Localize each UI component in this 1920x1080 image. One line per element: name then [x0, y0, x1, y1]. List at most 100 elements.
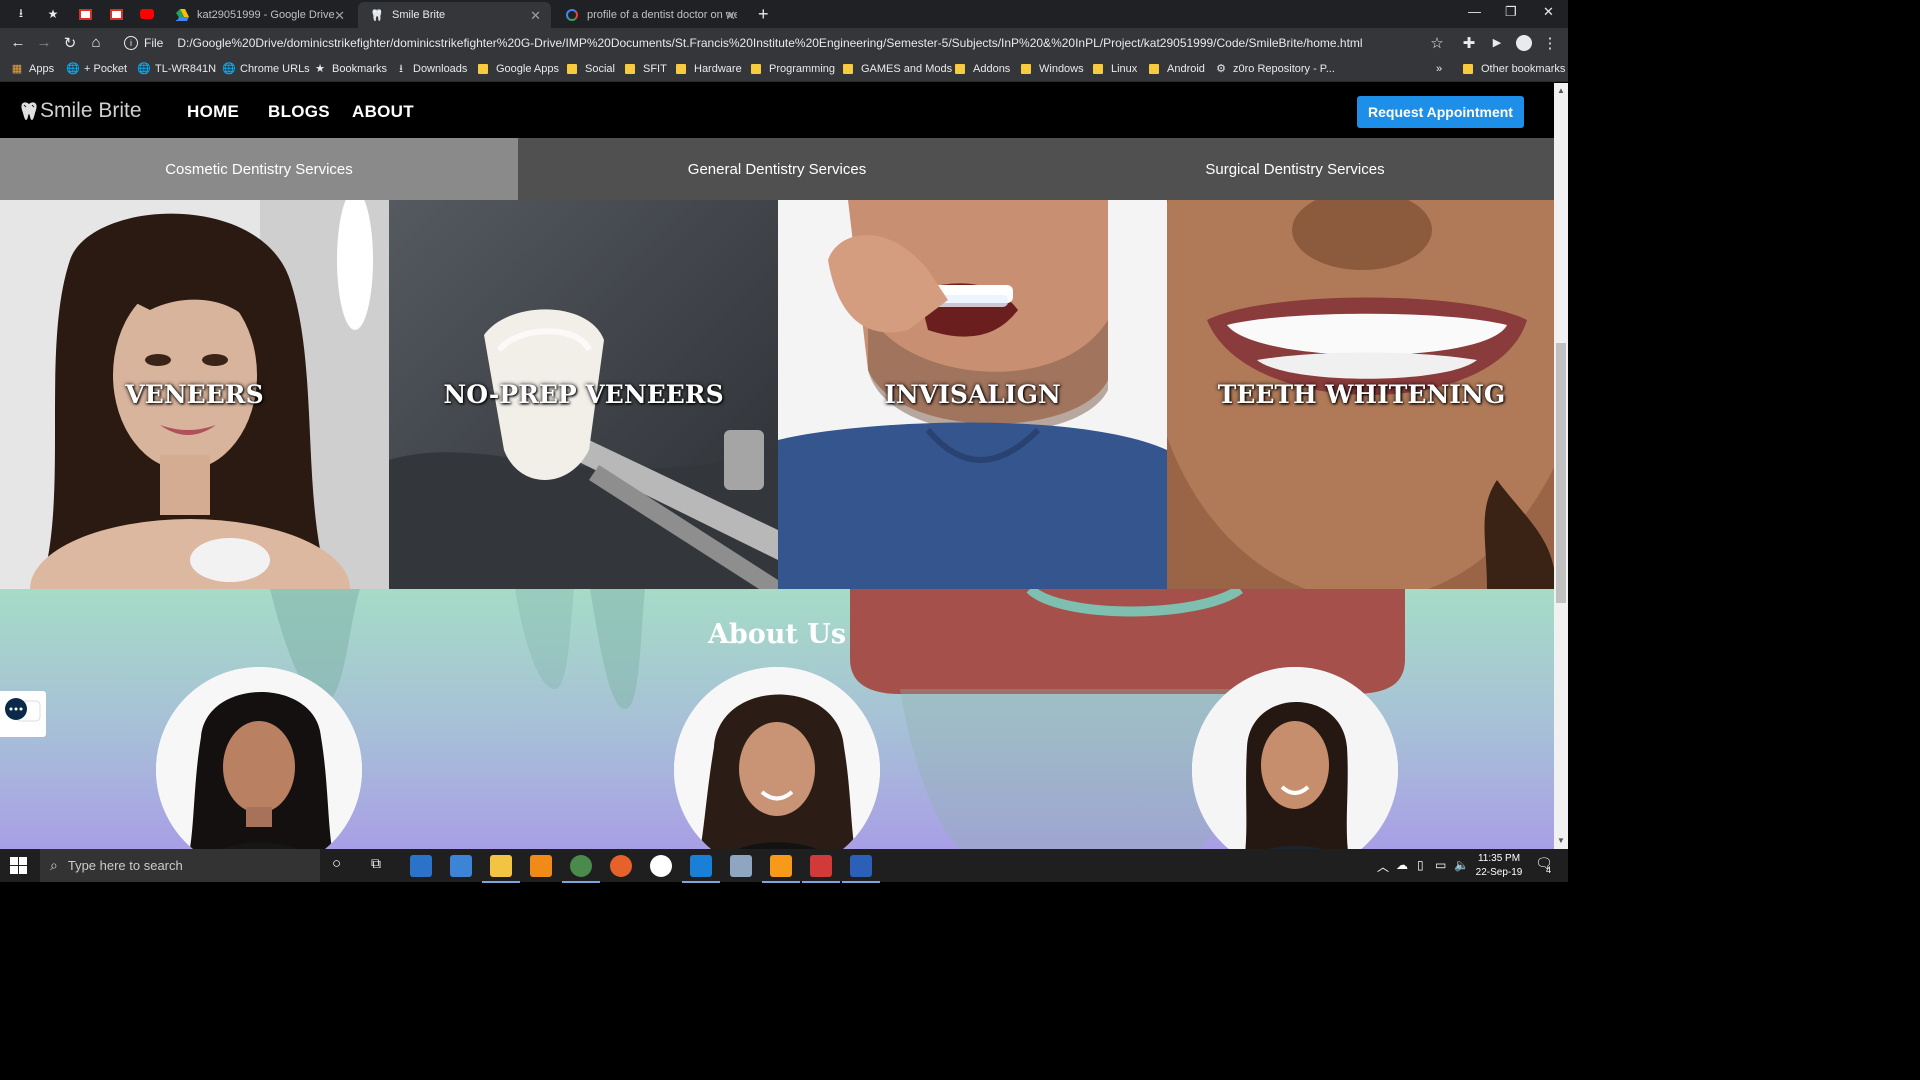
- new-tab-button[interactable]: +: [758, 4, 769, 25]
- profile-avatar-icon[interactable]: [1515, 34, 1533, 51]
- close-tab-icon[interactable]: ✕: [334, 8, 345, 24]
- home-icon[interactable]: ⌂: [87, 34, 105, 51]
- tile-invisalign[interactable]: INVISALIGN: [778, 200, 1167, 589]
- bookmark-folder-android[interactable]: Android: [1149, 63, 1205, 75]
- bookmarks-overflow-icon[interactable]: »: [1436, 63, 1442, 75]
- scroll-thumb[interactable]: [1556, 343, 1566, 603]
- task-view-icon[interactable]: ⧉: [371, 855, 381, 872]
- bookmark-folder-social[interactable]: Social: [567, 63, 615, 75]
- vlc-icon[interactable]: [530, 855, 552, 877]
- menu-kebab-icon[interactable]: ⋮: [1541, 34, 1559, 52]
- youtube-icon[interactable]: [138, 5, 156, 23]
- xbox-icon[interactable]: [650, 855, 672, 877]
- bookmark-folder-addons[interactable]: Addons: [955, 63, 1010, 75]
- bookmark-pocket[interactable]: 🌐 + Pocket: [66, 63, 127, 75]
- restore-icon[interactable]: ❐: [1505, 4, 1517, 20]
- request-appointment-button[interactable]: Request Appointment: [1357, 96, 1524, 128]
- star-icon[interactable]: ★: [44, 5, 62, 23]
- bookmark-folder-hardware[interactable]: Hardware: [676, 63, 742, 75]
- tab-dentist-search[interactable]: profile of a dentist doctor on wel ✕: [553, 2, 746, 28]
- bookmark-folder-programming[interactable]: Programming: [751, 63, 835, 75]
- close-tab-icon[interactable]: ✕: [725, 8, 736, 24]
- bookmark-folder-windows[interactable]: Windows: [1021, 63, 1084, 75]
- bookmark-bookmarks[interactable]: ★ Bookmarks: [314, 63, 387, 75]
- bookmark-router[interactable]: 🌐 TL-WR841N: [137, 63, 216, 75]
- taskbar-search-input[interactable]: ⌕ Type here to search: [40, 849, 320, 882]
- bookmark-chrome-urls[interactable]: 🌐 Chrome URLs: [222, 63, 310, 75]
- reload-icon[interactable]: ↻: [61, 34, 79, 52]
- taskbar-clock[interactable]: 11:35 PM 22-Sep-19: [1470, 852, 1528, 880]
- store-app-icon[interactable]: [410, 855, 432, 877]
- sublime-text-icon[interactable]: [762, 855, 800, 883]
- tile-teeth-whitening[interactable]: TEETH WHITENING: [1167, 200, 1554, 589]
- tray-chevron-icon[interactable]: ︿: [1377, 858, 1389, 875]
- network-icon[interactable]: ▭: [1435, 858, 1446, 872]
- scroll-down-icon[interactable]: ▼: [1557, 836, 1565, 845]
- nav-blogs[interactable]: BLOGS: [268, 102, 330, 122]
- google-icon: [565, 8, 579, 22]
- close-window-icon[interactable]: ✕: [1543, 4, 1554, 20]
- globe-icon: 🌐: [137, 63, 151, 75]
- bookmark-folder-google-apps[interactable]: Google Apps: [478, 63, 559, 75]
- address-bar[interactable]: i File D:/Google%20Drive/dominicstrikefi…: [114, 31, 1454, 55]
- nav-about[interactable]: ABOUT: [352, 102, 414, 122]
- file-explorer-icon[interactable]: [482, 855, 520, 883]
- browser-toolbar: ← → ↻ ⌂ i File D:/Google%20Drive/dominic…: [0, 28, 1568, 58]
- gmail-icon[interactable]: [107, 5, 125, 23]
- play-icon[interactable]: ▶: [1488, 36, 1506, 49]
- folder-icon: [567, 64, 577, 74]
- bookmark-other[interactable]: Other bookmarks: [1463, 63, 1565, 75]
- tile-label: INVISALIGN: [884, 379, 1061, 409]
- search-icon: ⌕: [50, 857, 58, 873]
- tab-google-drive[interactable]: kat29051999 - Google Drive ✕: [163, 2, 355, 28]
- gear-icon: ⚙: [1216, 63, 1226, 75]
- minimize-icon[interactable]: —: [1468, 4, 1481, 19]
- tab-surgical-dentistry[interactable]: Surgical Dentistry Services: [1036, 138, 1554, 200]
- windows-start-icon[interactable]: [10, 857, 27, 874]
- globe-icon: 🌐: [222, 63, 236, 75]
- tile-veneers[interactable]: VENEERS: [0, 200, 389, 589]
- scroll-up-icon[interactable]: ▲: [1557, 86, 1565, 95]
- url-text[interactable]: D:/Google%20Drive/dominicstrikefighter/d…: [177, 36, 1362, 50]
- browser-tab-strip: ⭳ ★ kat29051999 - Google Drive ✕ 🦷 Smile…: [0, 0, 1568, 28]
- onedrive-icon[interactable]: ☁: [1396, 858, 1408, 872]
- bookmark-folder-sfit[interactable]: SFIT: [625, 63, 667, 75]
- gmail-icon[interactable]: [76, 5, 94, 23]
- chrome-icon[interactable]: [562, 855, 600, 883]
- virtualbox-icon[interactable]: [730, 855, 752, 877]
- cortana-icon[interactable]: ○: [332, 855, 341, 872]
- bookmarks-bar: ▦ Apps 🌐 + Pocket 🌐 TL-WR841N 🌐 Chrome URLs …: [0, 58, 1568, 82]
- tile-no-prep-veneers[interactable]: NO-PREP VENEERS: [389, 200, 778, 589]
- globe-icon: 🌐: [66, 63, 80, 75]
- back-arrow-icon[interactable]: ←: [9, 34, 27, 51]
- notepad-app-icon[interactable]: [682, 855, 720, 883]
- tooth-logo-icon: [21, 102, 37, 120]
- download-icon[interactable]: ⭳: [12, 5, 30, 23]
- tile-label: TEETH WHITENING: [1217, 379, 1506, 409]
- tab-general-dentistry[interactable]: General Dentistry Services: [518, 138, 1036, 200]
- chat-widget-button[interactable]: [0, 691, 46, 737]
- battery-icon[interactable]: ▯: [1417, 858, 1424, 872]
- bookmark-star-icon[interactable]: ☆: [1428, 34, 1446, 52]
- firefox-icon[interactable]: [610, 855, 632, 877]
- nav-home[interactable]: HOME: [187, 102, 239, 122]
- site-logo[interactable]: Smile Brite: [20, 99, 142, 123]
- volume-icon[interactable]: 🔈: [1454, 858, 1469, 872]
- folder-icon: [676, 64, 686, 74]
- forward-arrow-icon[interactable]: →: [35, 34, 53, 51]
- bookmark-folder-games[interactable]: GAMES and Mods: [843, 63, 952, 75]
- word-icon[interactable]: [842, 855, 880, 883]
- page-scrollbar[interactable]: ▲ ▼: [1554, 83, 1568, 849]
- powerpoint-icon[interactable]: [802, 855, 840, 883]
- about-section: About Us: [0, 589, 1554, 849]
- extensions-icon[interactable]: ✚: [1460, 34, 1478, 52]
- bookmark-downloads[interactable]: ⭳ Downloads: [395, 63, 467, 75]
- bookmark-apps[interactable]: ▦ Apps: [11, 63, 54, 75]
- tab-smile-brite[interactable]: 🦷 Smile Brite ✕: [358, 2, 551, 28]
- tab-cosmetic-dentistry[interactable]: Cosmetic Dentistry Services: [0, 138, 518, 200]
- bookmark-folder-linux[interactable]: Linux: [1093, 63, 1137, 75]
- remote-app-icon[interactable]: [450, 855, 472, 877]
- bookmark-z0ro[interactable]: ⚙ z0ro Repository - P...: [1215, 63, 1335, 75]
- info-icon[interactable]: i: [124, 36, 138, 50]
- close-tab-icon[interactable]: ✕: [530, 8, 541, 24]
